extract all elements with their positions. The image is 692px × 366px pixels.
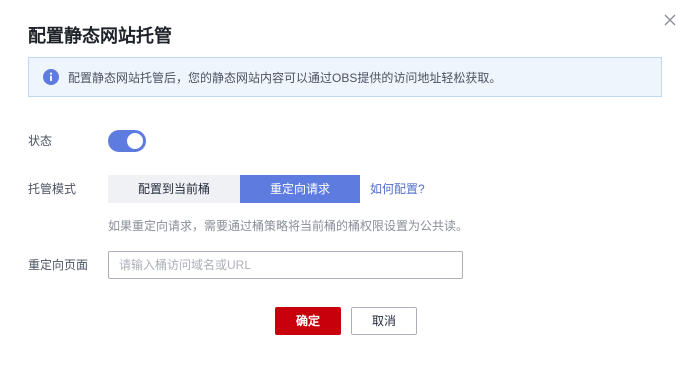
notice-text: 配置静态网站托管后，您的静态网站内容可以通过OBS提供的访问地址轻松获取。 bbox=[68, 70, 502, 85]
redirect-url-input[interactable] bbox=[108, 251, 463, 279]
mode-label: 托管模式 bbox=[28, 182, 77, 196]
confirm-button[interactable]: 确定 bbox=[275, 307, 341, 335]
info-icon bbox=[43, 69, 59, 85]
mode-selector: 配置到当前桶 重定向请求 bbox=[108, 175, 360, 203]
status-toggle[interactable] bbox=[108, 130, 146, 152]
static-hosting-dialog: 配置静态网站托管 配置静态网站托管后，您的静态网站内容可以通过OBS提供的访问地… bbox=[0, 0, 692, 366]
dialog-title: 配置静态网站托管 bbox=[28, 26, 172, 46]
info-notice: 配置静态网站托管后，您的静态网站内容可以通过OBS提供的访问地址轻松获取。 bbox=[28, 57, 662, 97]
redirect-page-label: 重定向页面 bbox=[28, 258, 89, 272]
mode-option-current-bucket[interactable]: 配置到当前桶 bbox=[108, 175, 240, 203]
redirect-hint: 如果重定向请求，需要通过桶策略将当前桶的桶权限设置为公共读。 bbox=[108, 219, 469, 233]
mode-option-redirect[interactable]: 重定向请求 bbox=[240, 175, 360, 203]
toggle-knob bbox=[127, 133, 143, 149]
status-label: 状态 bbox=[28, 134, 53, 148]
cancel-button[interactable]: 取消 bbox=[351, 307, 417, 335]
how-to-configure-link[interactable]: 如何配置? bbox=[370, 180, 425, 197]
close-icon[interactable] bbox=[662, 12, 678, 28]
